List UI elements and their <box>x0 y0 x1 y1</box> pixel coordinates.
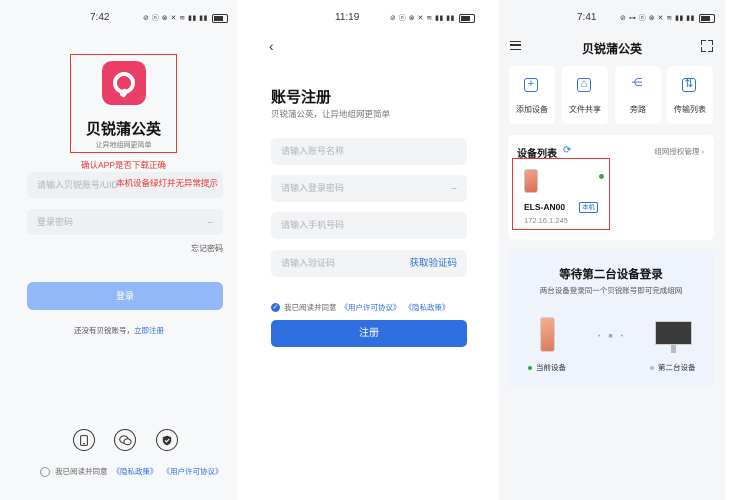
status-time: 7:42 <box>90 12 110 23</box>
app-subtitle: 让异地组网更简单 <box>95 142 152 149</box>
wait-second-device-card: 等待第二台设备登录 两台设备登录同一个贝锐账号即可完成组网 • ■ • 当前设备… <box>508 249 714 387</box>
forgot-password-link[interactable]: 忘记密码 <box>191 243 223 254</box>
this-device-badge: 本机 <box>579 202 598 213</box>
wait-title: 等待第二台设备登录 <box>559 269 663 281</box>
battery-icon <box>699 13 715 23</box>
wait-subtitle: 两台设备登录同一个贝锐账号即可完成组网 <box>539 286 683 295</box>
device-ip: 172.16.1.245 <box>524 216 568 225</box>
phone-device-icon <box>524 169 538 193</box>
current-phone-illustration <box>540 317 555 352</box>
app-title: 贝锐蒲公英 <box>581 42 642 56</box>
transfer-list-icon: ⇅ <box>682 78 696 92</box>
login-button[interactable]: 登录 <box>27 282 223 310</box>
annotation-text: 确认APP是否下载正确 <box>80 160 166 170</box>
second-device-label: 第二台设备 <box>650 362 696 373</box>
status-icons: ⊘ ⊶ ⓝ ⊗ ✕ ≋ ▮▮ ▮▮ <box>620 13 715 23</box>
status-bar: 7:42 ⊘ ⓝ ⊗ ✕ ≋ ▮▮ ▮▮ <box>0 12 238 28</box>
privacy-policy-link[interactable]: 《隐私政策》 <box>405 302 450 313</box>
register-button[interactable]: 注册 <box>271 320 467 347</box>
tile-transfer-list[interactable]: ⇅ 传输列表 <box>667 66 713 124</box>
offline-dot <box>650 365 654 370</box>
device-list-card: 设备列表 ⟳ 组网授权管理 › ELS-AN00 本机 172.16.1.245 <box>508 135 714 240</box>
folder-share-icon: ⌂ <box>577 78 591 92</box>
refresh-icon[interactable]: ⟳ <box>563 145 571 156</box>
bypass-icon: ⋲ <box>631 77 643 89</box>
connection-dots: • ■ • <box>598 333 627 340</box>
agree-checkbox-checked[interactable]: ✓ <box>271 303 280 312</box>
register-link[interactable]: 立即注册 <box>134 326 164 335</box>
back-arrow-icon[interactable]: ‹ <box>269 38 274 54</box>
user-license-link[interactable]: 《用户许可协议》 <box>341 302 401 313</box>
status-icons: ⊘ ⓝ ⊗ ✕ ≋ ▮▮ ▮▮ <box>143 13 228 23</box>
get-code-button[interactable]: 获取验证码 <box>409 250 457 277</box>
add-device-icon: + <box>524 78 538 92</box>
register-screen: 11:19 ⊘ ⓝ ⊗ ✕ ≋ ▮▮ ▮▮ ‹ 账号注册 贝锐蒲公英，让异地组网… <box>241 0 485 500</box>
user-license-link[interactable]: 《用户许可协议》 <box>163 466 223 477</box>
monitor-illustration <box>655 321 692 345</box>
status-time: 11:19 <box>335 12 360 23</box>
battery-icon <box>212 13 228 23</box>
app-logo <box>102 61 146 105</box>
privacy-policy-link[interactable]: 《隐私政策》 <box>113 466 158 477</box>
online-dot <box>528 365 532 370</box>
scan-icon[interactable] <box>701 40 713 52</box>
status-time: 7:41 <box>577 12 597 23</box>
phone-icon[interactable] <box>73 429 95 451</box>
password-input[interactable]: 请输入登录密码 ⌣ <box>271 175 467 202</box>
verification-code-input[interactable]: 请输入验证码 获取验证码 <box>271 250 467 277</box>
shield-icon[interactable] <box>156 429 178 451</box>
register-prompt: 还没有贝锐账号，立即注册 <box>74 326 164 335</box>
authorization-management-link[interactable]: 组网授权管理 › <box>654 146 704 157</box>
agree-checkbox[interactable] <box>40 466 50 477</box>
tile-bypass[interactable]: ⋲ 旁路 <box>615 66 661 124</box>
tile-file-share[interactable]: ⌂ 文件共享 <box>562 66 608 124</box>
account-name-input[interactable]: 请输入账号名称 <box>271 138 467 165</box>
battery-icon <box>459 13 475 23</box>
page-subtitle: 贝锐蒲公英，让异地组网更简单 <box>271 109 391 119</box>
page-title: 账号注册 <box>271 89 332 106</box>
app-name: 贝锐蒲公英 <box>85 121 161 138</box>
phone-input[interactable]: 请输入手机号码 <box>271 212 467 239</box>
home-screen: 7:41 ⊘ ⊶ ⓝ ⊗ ✕ ≋ ▮▮ ▮▮ 贝锐蒲公英 + 添加设备 ⌂ 文件… <box>499 0 725 500</box>
online-status-dot <box>599 174 604 179</box>
wechat-icon[interactable] <box>114 429 136 451</box>
device-name[interactable]: ELS-AN00 <box>524 202 565 212</box>
eye-closed-icon[interactable]: ⌣ <box>207 209 213 235</box>
status-bar: 7:41 ⊘ ⊶ ⓝ ⊗ ✕ ≋ ▮▮ ▮▮ <box>499 12 725 28</box>
password-input[interactable]: 登录密码 ⌣ <box>27 209 223 235</box>
login-screen: 7:42 ⊘ ⓝ ⊗ ✕ ≋ ▮▮ ▮▮ 贝锐蒲公英 让异地组网更简单 确认AP… <box>0 0 238 500</box>
status-bar: 11:19 ⊘ ⓝ ⊗ ✕ ≋ ▮▮ ▮▮ <box>241 12 485 28</box>
current-device-label: 当前设备 <box>528 362 566 373</box>
annotation-text-device: 本机设备绿灯并无异常提示 <box>116 178 219 188</box>
eye-closed-icon[interactable]: ⌣ <box>451 175 457 202</box>
tile-add-device[interactable]: + 添加设备 <box>509 66 555 124</box>
agreement-row: ✓ 我已阅读并同意 《用户许可协议》 《隐私政策》 <box>271 302 450 313</box>
agreement-row: 我已阅读并同意 《隐私政策》 《用户许可协议》 <box>40 466 223 477</box>
status-icons: ⊘ ⓝ ⊗ ✕ ≋ ▮▮ ▮▮ <box>390 13 475 23</box>
